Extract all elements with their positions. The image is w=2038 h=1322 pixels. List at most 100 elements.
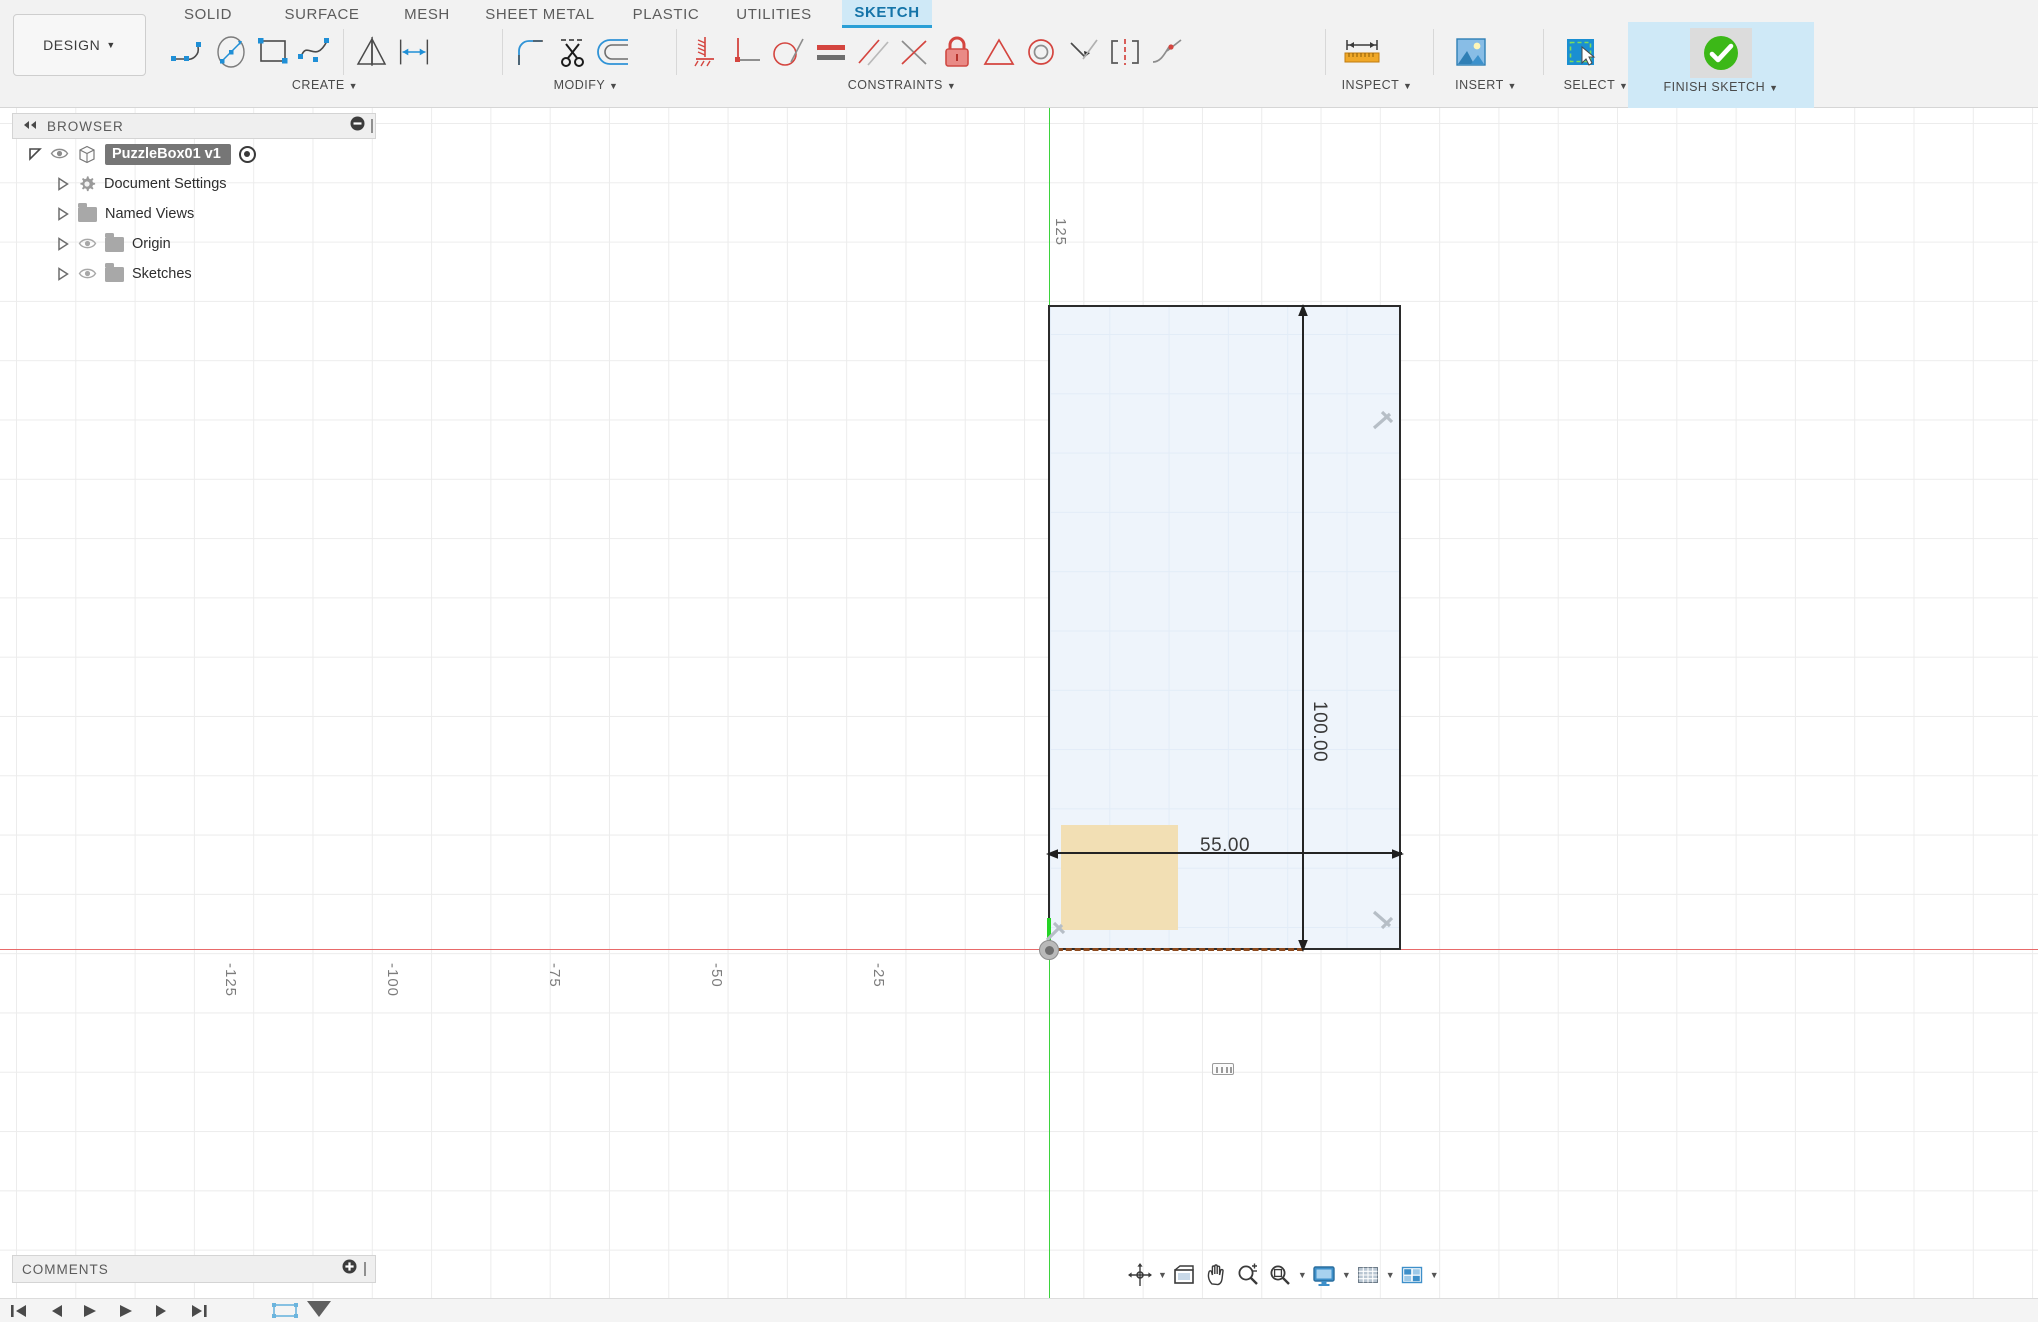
chevron-down-icon[interactable]: ▼ [1158,1270,1167,1280]
timeline-bar [0,1298,2038,1322]
horizontal-constraint-glyph[interactable] [1212,1063,1234,1075]
ribbon-group-modify: MODIFY ▼ [496,24,676,108]
chevron-down-icon: ▼ [1769,83,1779,93]
midpoint-icon[interactable] [894,26,936,78]
collapsed-arrow-icon[interactable] [56,237,70,251]
concentric-icon[interactable] [1020,26,1062,78]
mirror-icon[interactable] [351,26,393,78]
origin-point-icon[interactable] [1039,940,1059,960]
chevron-down-icon: ▼ [1403,81,1413,91]
comments-panel[interactable]: COMMENTS [12,1255,376,1283]
circle-icon[interactable] [210,26,252,78]
dimension-arrow-up-icon [1295,304,1311,323]
tree-row-label[interactable]: PuzzleBox01 v1 [105,143,231,165]
spline-icon[interactable] [294,26,336,78]
tree-row-puzzlebox[interactable]: PuzzleBox01 v1 [12,139,376,169]
add-comment-icon[interactable] [342,1259,357,1279]
activate-component-radio[interactable] [238,145,256,163]
jump-to-end-icon[interactable] [188,1301,210,1322]
fit-zoom-icon[interactable] [1265,1260,1295,1290]
line-icon[interactable] [168,26,210,78]
insert-image-icon[interactable] [1441,26,1499,78]
display-settings-icon[interactable] [1309,1260,1339,1290]
viewports-icon[interactable] [1397,1260,1427,1290]
timeline-marker[interactable] [304,1301,334,1322]
equal-icon[interactable] [810,26,852,78]
collapsed-arrow-icon[interactable] [56,207,70,221]
ribbon-group-constraints-label[interactable]: CONSTRAINTS ▼ [572,78,1232,92]
parallel-icon[interactable] [852,26,894,78]
perpendicular-icon[interactable] [726,26,768,78]
trim-scissors-icon[interactable] [552,26,594,78]
panel-resize-handle[interactable] [364,1262,366,1276]
jump-to-beginning-icon[interactable] [8,1301,30,1322]
tree-row-document-settings[interactable]: Document Settings [12,169,376,199]
coincident-icon[interactable] [1062,26,1104,78]
perpendicular-constraint-glyph[interactable] [1370,906,1396,937]
expanded-arrow-icon[interactable] [28,147,42,161]
fix-lock-icon[interactable] [936,26,978,78]
dimension-arrow-left-icon [1046,846,1060,867]
pan-hand-icon[interactable] [1201,1260,1231,1290]
y-tick-label: 125 [1052,218,1069,247]
dimension-arrow-right-icon [1390,846,1404,867]
panel-resize-handle[interactable] [371,119,373,133]
measure-ruler-icon[interactable] [1333,26,1391,78]
chevron-down-icon[interactable]: ▼ [1386,1270,1395,1280]
orbit-icon[interactable] [1125,1260,1155,1290]
sketch-bottom-edge-fixed[interactable] [1048,948,1303,951]
collapsed-arrow-icon[interactable] [56,267,70,281]
fillet-icon[interactable] [510,26,552,78]
grid-snaps-icon[interactable] [1353,1260,1383,1290]
comments-title: COMMENTS [22,1261,109,1277]
step-back-icon[interactable] [44,1301,66,1322]
visibility-eye-icon[interactable] [50,147,69,161]
ribbon-group-constraints: CONSTRAINTS ▼ [672,24,1332,108]
browser-header: BROWSER [12,113,376,139]
visibility-eye-icon[interactable] [78,267,97,281]
folder-icon [105,263,124,282]
tree-row-sketches[interactable]: Sketches [12,259,376,289]
rectangle-icon[interactable] [252,26,294,78]
ribbon-group-create-label[interactable]: CREATE ▼ [160,78,490,92]
ribbon-group-finish-sketch[interactable]: FINISH SKETCH ▼ [1628,22,1814,108]
sketch-subregion-highlight[interactable] [1061,825,1178,930]
tree-row-named-views[interactable]: Named Views [12,199,376,229]
x-tick-label: -100 [384,963,401,998]
symmetry-icon[interactable] [978,26,1020,78]
tangent-icon[interactable] [768,26,810,78]
ribbon-group-insert-label[interactable]: INSERT ▼ [1433,78,1539,92]
ribbon: SOLID SURFACE MESH SHEET METAL PLASTIC U… [0,0,2038,108]
zoom-icon[interactable] [1233,1260,1263,1290]
perpendicular-constraint-glyph[interactable] [1370,410,1396,441]
workspace-selector[interactable]: DESIGN ▼ [13,14,146,76]
chevron-down-icon[interactable]: ▼ [1430,1270,1439,1280]
play-forward-icon[interactable] [116,1301,138,1322]
finish-sketch-check-icon[interactable] [1690,28,1752,78]
tree-row-origin[interactable]: Origin [12,229,376,259]
visibility-eye-icon[interactable] [78,237,97,251]
tree-row-label: Sketches [132,266,192,282]
width-dimension-label[interactable]: 55.00 [1200,835,1250,857]
ribbon-group-finish-sketch-label[interactable]: FINISH SKETCH ▼ [1628,80,1814,94]
offset-icon[interactable] [393,26,435,78]
collapsed-arrow-icon[interactable] [56,177,70,191]
sketch-feature-node[interactable] [270,1301,304,1322]
minimize-icon[interactable] [350,116,365,136]
step-forward-icon[interactable] [152,1301,174,1322]
gear-icon [78,175,96,193]
chevron-down-icon[interactable]: ▼ [1298,1270,1307,1280]
offset-profile-icon[interactable] [594,26,636,78]
play-back-icon[interactable] [80,1301,102,1322]
select-window-icon[interactable] [1551,26,1609,78]
ribbon-group-inspect-label[interactable]: INSPECT ▼ [1325,78,1429,92]
look-at-icon[interactable] [1169,1260,1199,1290]
collapse-left-icon[interactable] [22,117,38,135]
height-dimension-label[interactable]: 100.00 [1308,701,1330,762]
curvature-icon[interactable] [1146,26,1188,78]
vertical-horizontal-icon[interactable] [1104,26,1146,78]
folder-icon [105,233,124,252]
sketch-canvas[interactable]: 125 100 75 50 25 -125 -100 -75 -50 -25 [0,108,2038,1322]
chevron-down-icon[interactable]: ▼ [1342,1270,1351,1280]
fix-ground-icon[interactable] [684,26,726,78]
